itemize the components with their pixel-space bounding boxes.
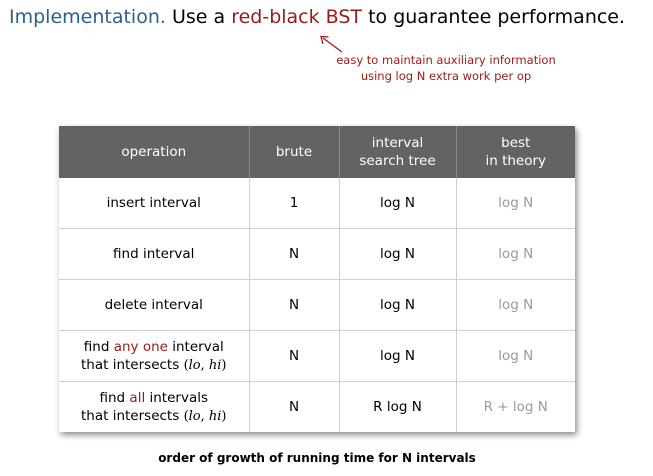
header-operation: operation bbox=[59, 126, 250, 178]
cell-best-in-theory: R + log N bbox=[483, 399, 548, 415]
cell-operation: find all intervals that intersects (lo, … bbox=[59, 381, 250, 432]
table-row: find any one interval that intersects (l… bbox=[59, 330, 575, 382]
table-row: delete interval N log N log N bbox=[59, 279, 575, 331]
cell-interval-search-tree: R log N bbox=[339, 381, 457, 432]
table-row: insert interval 1 log N log N bbox=[59, 178, 575, 229]
cell-interval-search-tree: log N bbox=[339, 228, 457, 280]
cell-brute: N bbox=[249, 228, 340, 280]
cell-best-in-theory: log N bbox=[456, 279, 575, 331]
heading-highlight: red-black BST bbox=[231, 6, 363, 28]
cell-operation: insert interval bbox=[59, 178, 250, 229]
interval-notation: (lo, hi) bbox=[183, 357, 227, 373]
cell-best-in-theory: log N bbox=[456, 178, 575, 229]
operation-accent: any one bbox=[113, 338, 168, 355]
table-caption: order of growth of running time for N in… bbox=[158, 451, 476, 465]
heading-lead: Implementation. bbox=[9, 6, 166, 28]
header-best-in-theory: best in theory bbox=[456, 126, 575, 178]
header-brute: brute bbox=[249, 126, 340, 178]
complexity-table: operation brute interval search tree bes… bbox=[59, 126, 575, 432]
note-line-2: using log N extra work per op bbox=[360, 69, 532, 83]
cell-interval-search-tree: log N bbox=[339, 279, 457, 331]
interval-notation: (lo, hi) bbox=[183, 408, 227, 424]
table-header-row: operation brute interval search tree bes… bbox=[59, 126, 575, 178]
header-interval-search-tree: interval search tree bbox=[339, 126, 457, 178]
cell-brute: N bbox=[249, 279, 340, 331]
cell-interval-search-tree: log N bbox=[339, 178, 457, 229]
cell-operation: find any one interval that intersects (l… bbox=[59, 330, 250, 382]
heading-post: to guarantee performance. bbox=[368, 6, 626, 28]
operation-accent: all bbox=[129, 389, 146, 406]
table-row: find interval N log N log N bbox=[59, 228, 575, 280]
cell-best-in-theory: log N bbox=[456, 330, 575, 382]
annotation-note: easy to maintain auxiliary information u… bbox=[330, 52, 562, 84]
heading-pre: Use a bbox=[171, 6, 226, 28]
cell-brute: N bbox=[249, 330, 340, 382]
cell-interval-search-tree: log N bbox=[339, 330, 457, 382]
slide-heading: Implementation. Use a red-black BST to g… bbox=[9, 6, 625, 28]
cell-brute: N bbox=[249, 381, 340, 432]
cell-brute: 1 bbox=[249, 178, 340, 229]
cell-operation: find interval bbox=[59, 228, 250, 280]
cell-operation: delete interval bbox=[59, 279, 250, 331]
cell-best-in-theory: log N bbox=[456, 228, 575, 280]
table-row: find all intervals that intersects (lo, … bbox=[59, 381, 575, 432]
note-line-1: easy to maintain auxiliary information bbox=[336, 53, 556, 67]
complexity-table-container: operation brute interval search tree bes… bbox=[59, 126, 575, 432]
